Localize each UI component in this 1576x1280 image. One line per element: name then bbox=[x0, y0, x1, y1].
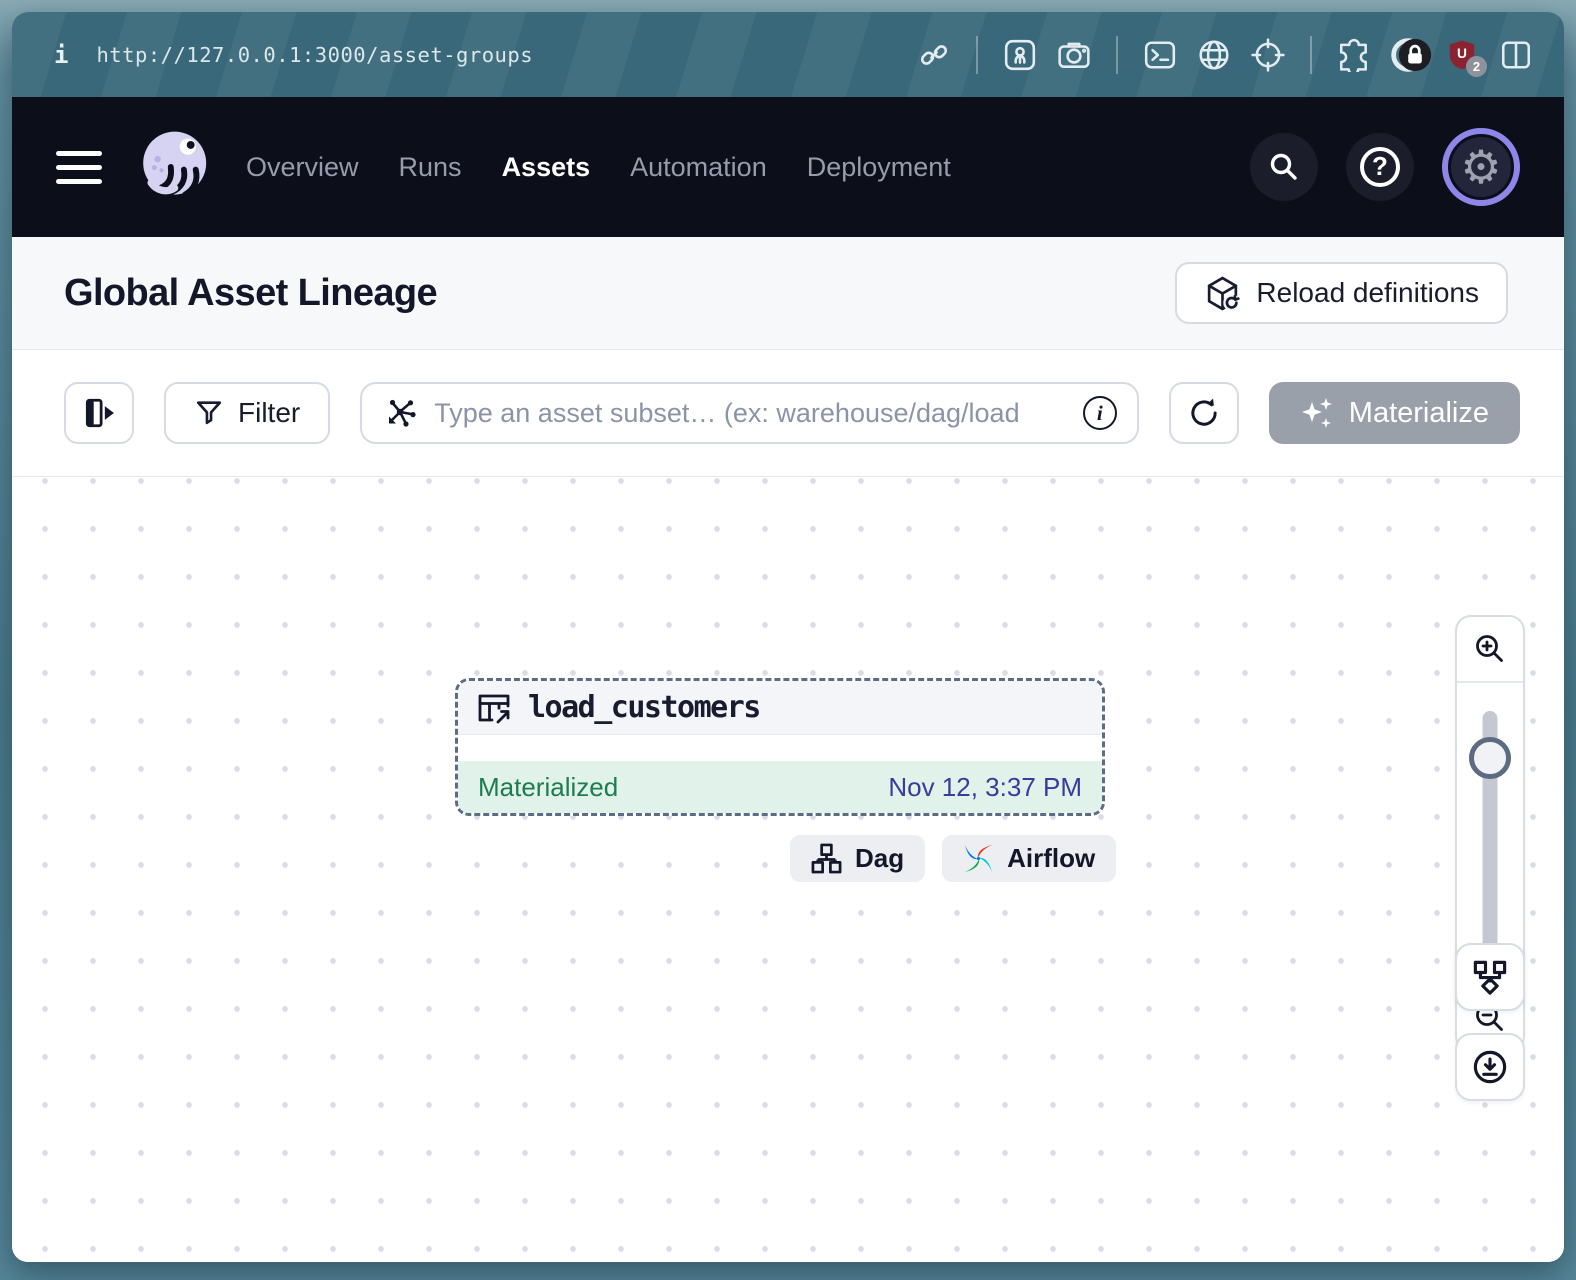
airflow-icon bbox=[963, 843, 994, 874]
tag-airflow[interactable]: Airflow bbox=[942, 835, 1116, 882]
filter-button[interactable]: Filter bbox=[164, 382, 330, 444]
link-icon[interactable] bbox=[916, 37, 952, 73]
zoom-in-button[interactable] bbox=[1457, 617, 1523, 683]
shield-badge: 2 bbox=[1466, 56, 1487, 77]
divider bbox=[1310, 36, 1312, 74]
globe-icon[interactable] bbox=[1196, 37, 1232, 73]
nav-item-assets[interactable]: Assets bbox=[502, 152, 591, 183]
materialize-button[interactable]: Materialize bbox=[1269, 382, 1520, 444]
zoom-slider bbox=[1457, 683, 1523, 984]
asset-name: load_customers bbox=[528, 690, 760, 725]
terminal-icon[interactable] bbox=[1142, 37, 1178, 73]
nav-item-automation[interactable]: Automation bbox=[630, 152, 767, 183]
extension-flower-icon[interactable] bbox=[1002, 37, 1038, 73]
download-icon bbox=[1472, 1049, 1508, 1085]
rearrange-layout-button[interactable] bbox=[1455, 943, 1525, 1011]
app-nav-bar: Overview Runs Assets Automation Deployme… bbox=[12, 97, 1564, 237]
gear-icon: ⚙ bbox=[1460, 144, 1501, 190]
dag-icon bbox=[811, 843, 842, 874]
materialize-label: Materialize bbox=[1349, 397, 1489, 430]
layout-tree-icon bbox=[1472, 959, 1508, 995]
status-badge: Materialized bbox=[478, 772, 618, 803]
table-asset-icon bbox=[476, 690, 512, 726]
refresh-icon bbox=[1187, 396, 1221, 430]
dagster-logo-icon[interactable] bbox=[134, 125, 218, 209]
reload-definitions-label: Reload definitions bbox=[1256, 277, 1479, 309]
sparkles-icon bbox=[1300, 396, 1334, 430]
filter-label: Filter bbox=[238, 397, 300, 429]
shield-blocker-icon[interactable]: U 2 bbox=[1444, 37, 1480, 73]
tag-airflow-label: Airflow bbox=[1007, 843, 1095, 874]
asset-node-load-customers[interactable]: load_customers Materialized Nov 12, 3:37… bbox=[455, 678, 1105, 816]
open-side-panel-button[interactable] bbox=[64, 382, 134, 444]
split-view-icon[interactable] bbox=[1498, 37, 1534, 73]
puzzle-icon[interactable] bbox=[1336, 37, 1372, 73]
zoom-in-icon bbox=[1472, 631, 1508, 667]
asset-subset-search[interactable]: i bbox=[360, 382, 1139, 444]
divider bbox=[1116, 36, 1118, 74]
browser-window: i http://127.0.0.1:3000/asset-groups bbox=[12, 12, 1564, 1262]
nav-item-overview[interactable]: Overview bbox=[246, 152, 359, 183]
help-button[interactable]: ? bbox=[1346, 133, 1414, 201]
lineage-toolbar: Filter i bbox=[12, 350, 1564, 477]
page-header: Global Asset Lineage Reload definitions bbox=[12, 237, 1564, 350]
reload-cube-icon bbox=[1204, 275, 1241, 312]
filter-funnel-icon bbox=[194, 398, 224, 428]
reload-definitions-button[interactable]: Reload definitions bbox=[1175, 262, 1508, 324]
nav-item-deployment[interactable]: Deployment bbox=[807, 152, 951, 183]
hamburger-menu-icon[interactable] bbox=[56, 151, 102, 184]
search-button[interactable] bbox=[1250, 133, 1318, 201]
tag-dag-label: Dag bbox=[855, 843, 904, 874]
asset-node-body bbox=[458, 735, 1102, 761]
download-image-button[interactable] bbox=[1455, 1033, 1525, 1101]
url-text[interactable]: http://127.0.0.1:3000/asset-groups bbox=[96, 43, 533, 67]
lineage-canvas[interactable]: load_customers Materialized Nov 12, 3:37… bbox=[12, 477, 1564, 1262]
asset-tags: Dag Airflow bbox=[790, 835, 1116, 882]
asset-status-row: Materialized Nov 12, 3:37 PM bbox=[458, 761, 1102, 813]
asset-node-header: load_customers bbox=[458, 681, 1102, 735]
settings-button[interactable]: ⚙ bbox=[1442, 128, 1520, 206]
divider bbox=[976, 36, 978, 74]
browser-toolbar-icons: U 2 bbox=[916, 36, 1534, 74]
status-timestamp[interactable]: Nov 12, 3:37 PM bbox=[888, 772, 1082, 803]
svg-text:U: U bbox=[1457, 45, 1467, 61]
search-input[interactable] bbox=[434, 398, 1067, 429]
screenshot-camera-icon[interactable] bbox=[1056, 37, 1092, 73]
info-icon[interactable]: i bbox=[1083, 396, 1117, 430]
page-title: Global Asset Lineage bbox=[64, 272, 437, 315]
nav-item-runs[interactable]: Runs bbox=[399, 152, 462, 183]
search-icon bbox=[1266, 149, 1302, 185]
nav-right-actions: ? ⚙ bbox=[1250, 128, 1520, 206]
tag-dag[interactable]: Dag bbox=[790, 835, 925, 882]
asset-graph-icon bbox=[382, 395, 418, 431]
nav-links: Overview Runs Assets Automation Deployme… bbox=[246, 152, 951, 183]
page-info-icon[interactable]: i bbox=[54, 41, 68, 69]
browser-address-bar: i http://127.0.0.1:3000/asset-groups bbox=[12, 12, 1564, 97]
question-mark-icon: ? bbox=[1360, 147, 1400, 187]
target-icon[interactable] bbox=[1250, 37, 1286, 73]
refresh-button[interactable] bbox=[1169, 382, 1239, 444]
zoom-slider-thumb[interactable] bbox=[1469, 737, 1511, 779]
panel-expand-icon bbox=[82, 396, 116, 430]
password-manager-icon[interactable] bbox=[1390, 37, 1426, 73]
lock-badge-icon bbox=[1398, 38, 1432, 77]
